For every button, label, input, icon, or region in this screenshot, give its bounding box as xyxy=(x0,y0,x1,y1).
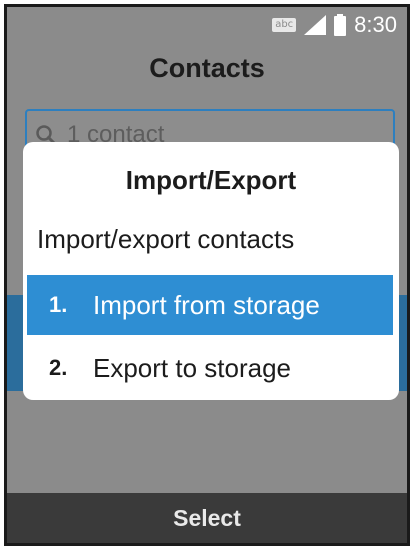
dialog-title: Import/Export xyxy=(125,165,297,195)
select-softkey[interactable]: Select xyxy=(173,505,241,532)
status-bar: abc 8:30 xyxy=(7,7,407,43)
phone-screen: abc 8:30 Contacts 1 contact Import/Expor… xyxy=(4,4,410,546)
option-export-to-storage[interactable]: 2. Export to storage xyxy=(27,338,393,398)
signal-icon xyxy=(304,15,327,35)
abc-icon: abc xyxy=(272,18,297,32)
option-import-from-storage[interactable]: 1. Import from storage xyxy=(27,275,393,335)
page-title: Contacts xyxy=(149,53,265,83)
battery-icon xyxy=(334,14,347,36)
option-number: 1. xyxy=(49,292,68,317)
softkey-bar: Select xyxy=(7,493,407,543)
dialog-subtitle: Import/export contacts xyxy=(37,224,295,254)
option-number: 2. xyxy=(49,355,68,380)
import-export-dialog: Import/Export Import/export contacts 1. … xyxy=(23,142,399,400)
option-label: Import from storage xyxy=(93,289,320,320)
clock: 8:30 xyxy=(354,12,397,37)
option-label: Export to storage xyxy=(93,352,291,383)
